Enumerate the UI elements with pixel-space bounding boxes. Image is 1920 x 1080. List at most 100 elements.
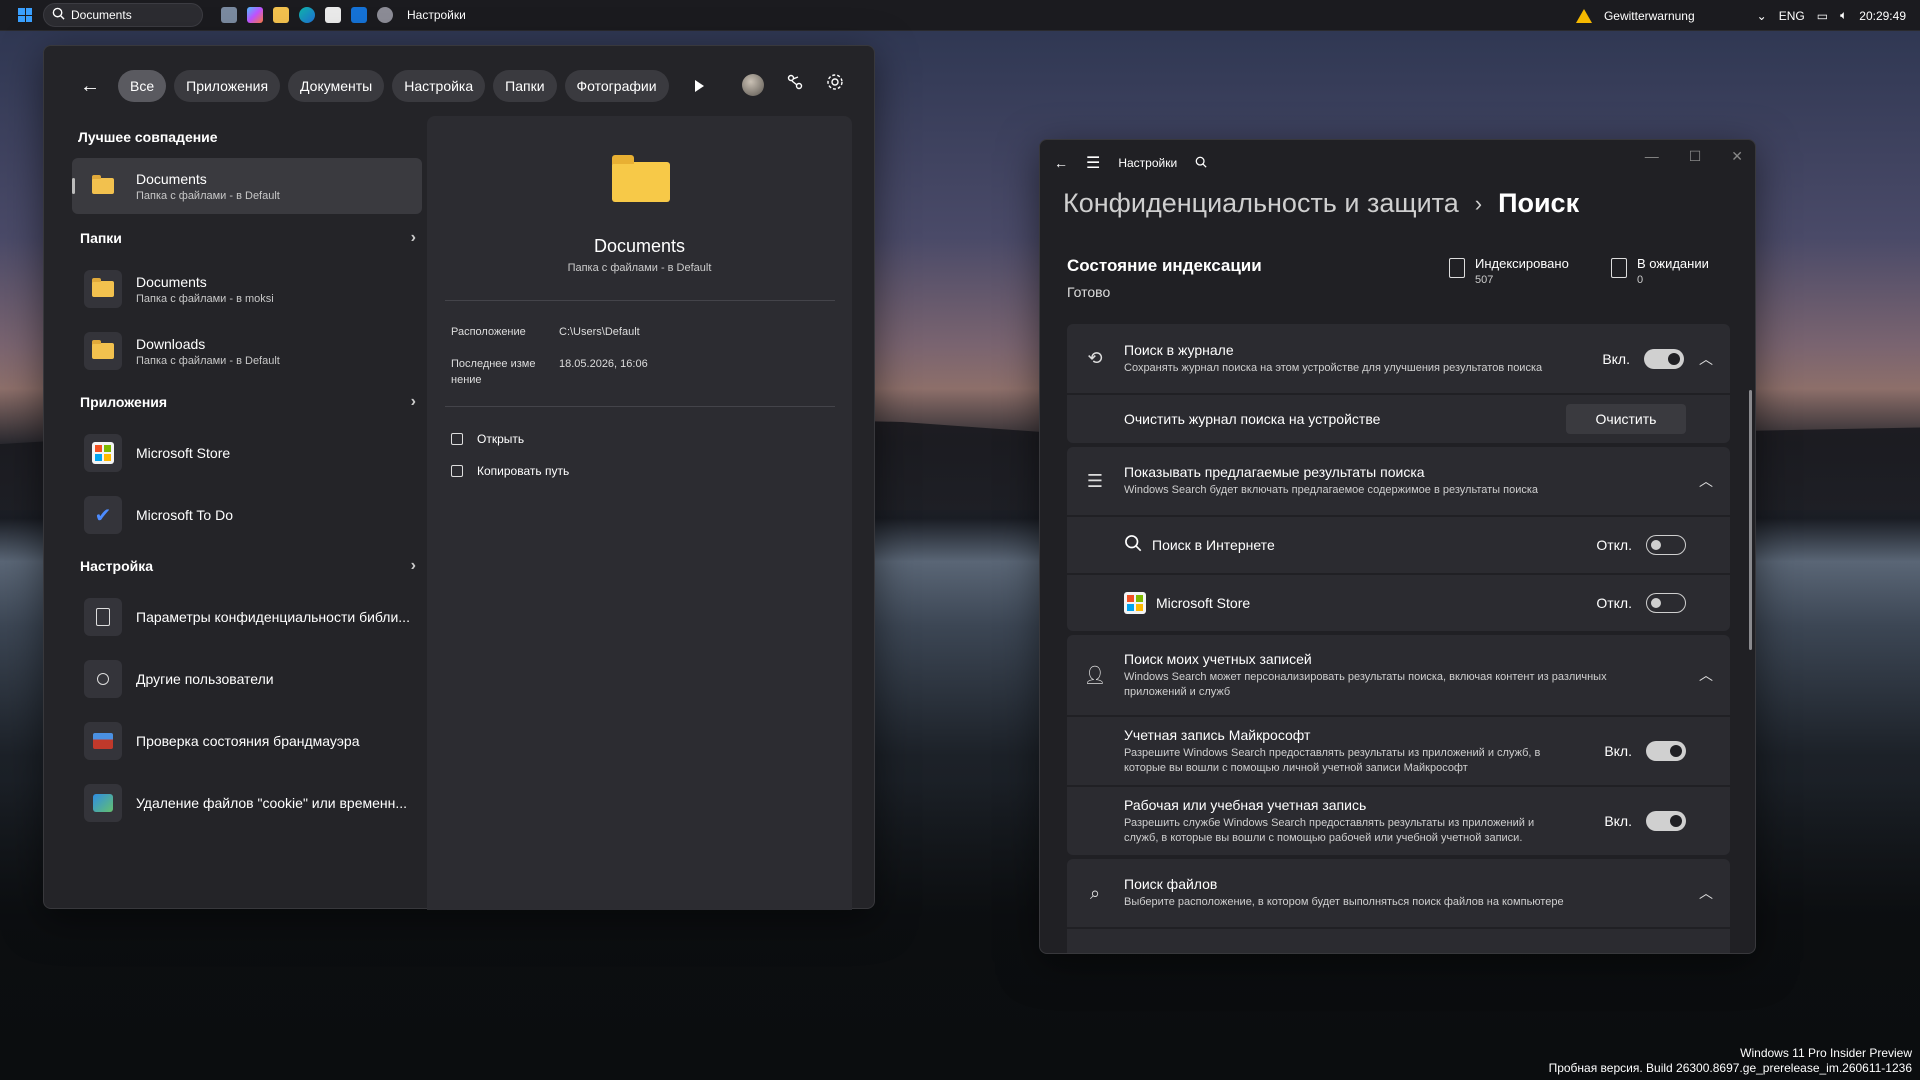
app-item-store[interactable]: Microsoft Store	[72, 422, 422, 484]
file-explorer-icon[interactable]	[273, 7, 289, 23]
accounts-title: Поиск моих учетных записей	[1124, 650, 1312, 667]
copilot-icon[interactable]	[247, 7, 263, 23]
folder-title: Documents	[136, 273, 207, 290]
document-icon	[84, 598, 122, 636]
microsoft-account-title: Учетная запись Майкрософт	[1124, 726, 1311, 743]
suggested-results-card[interactable]: ☰ Показывать предлагаемые результаты пои…	[1067, 447, 1730, 515]
work-account-toggle[interactable]	[1646, 811, 1686, 831]
weather-alert[interactable]: Gewitterwarnung	[1604, 9, 1695, 23]
chevron-up-icon[interactable]: ︿	[1698, 349, 1714, 369]
folders-section-header[interactable]: Папки ›	[72, 218, 422, 258]
start-button[interactable]	[18, 8, 32, 22]
more-filters-play-icon[interactable]	[694, 80, 704, 92]
user-icon	[84, 660, 122, 698]
setting-item-library-privacy[interactable]: Параметры конфиденциальности библи...	[72, 586, 422, 648]
pending-count: 0	[1637, 274, 1644, 286]
app-item-todo[interactable]: ✔ Microsoft To Do	[72, 484, 422, 546]
file-search-desc: Выберите расположение, в котором будет в…	[1124, 896, 1564, 908]
task-view-icon[interactable]	[221, 7, 237, 23]
chevron-right-icon[interactable]: ›	[411, 557, 416, 575]
setting-item-other-users[interactable]: Другие пользователи	[72, 648, 422, 710]
app-title: Microsoft Store	[136, 445, 231, 461]
chevron-up-icon[interactable]: ︿	[1698, 883, 1714, 903]
clear-history-button[interactable]: Очистить	[1566, 404, 1686, 434]
back-arrow-icon[interactable]: ←	[1054, 155, 1068, 171]
chevron-up-icon[interactable]: ⌄	[1757, 9, 1767, 23]
folder-item-documents[interactable]: Documents Папка с файлами - в moksi	[72, 258, 422, 320]
filter-apps[interactable]: Приложения	[174, 70, 281, 102]
clock[interactable]: 20:29:49	[1859, 9, 1906, 23]
chevron-right-icon[interactable]: ›	[411, 229, 416, 247]
copy-path-action[interactable]: Копировать путь	[451, 464, 569, 478]
file-search-card[interactable]: ⌕ Поиск файлов Выберите расположение, в …	[1067, 859, 1730, 927]
store-results-toggle[interactable]	[1646, 593, 1686, 613]
divider	[445, 300, 835, 301]
maximize-icon[interactable]: ☐	[1689, 148, 1702, 165]
open-action[interactable]: Открыть	[451, 432, 524, 446]
network-icon[interactable]: ▭	[1817, 9, 1828, 23]
history-toggle[interactable]	[1644, 348, 1684, 369]
taskbar-search-input[interactable]: Documents	[71, 8, 132, 22]
web-search-toggle[interactable]	[1646, 535, 1686, 555]
filter-all[interactable]: Все	[118, 70, 167, 102]
chevron-up-icon[interactable]: ︿	[1698, 471, 1714, 491]
weather-warning-icon[interactable]	[1575, 8, 1592, 23]
taskbar-settings-label[interactable]: Настройки	[407, 8, 466, 22]
volume-icon[interactable]: 🔈︎	[1840, 8, 1847, 23]
filter-documents[interactable]: Документы	[288, 70, 385, 102]
accounts-search-card[interactable]: 👤︎ Поиск моих учетных записей Windows Se…	[1067, 635, 1730, 715]
hamburger-menu-icon[interactable]: ☰	[1086, 153, 1100, 173]
apps-heading: Приложения	[80, 394, 168, 410]
search-panel: ← Все Приложения Документы Настройка Пап…	[43, 45, 875, 910]
store-icon	[84, 434, 122, 472]
setting-item-firewall[interactable]: Проверка состояния брандмауэра	[72, 710, 422, 772]
chevron-up-icon[interactable]: ︿	[1698, 665, 1714, 685]
filter-settings[interactable]: Настройка	[392, 70, 486, 102]
history-search-card[interactable]: ⟲ Поиск в журнале Сохранять журнал поиск…	[1067, 324, 1730, 393]
firewall-icon	[84, 722, 122, 760]
suggested-title: Показывать предлагаемые результаты поиск…	[1124, 464, 1425, 480]
settings-heading: Настройка	[80, 558, 154, 574]
apps-section-header[interactable]: Приложения ›	[72, 382, 422, 422]
preview-modified-row: Последнее изме нение 18.05.2026, 16:06	[451, 356, 648, 388]
internet-options-icon	[84, 784, 122, 822]
best-match-heading: Лучшее совпадение	[78, 129, 218, 145]
store-icon	[1124, 592, 1146, 614]
scrollbar[interactable]	[1749, 390, 1752, 650]
file-search-title: Поиск файлов	[1124, 876, 1218, 892]
work-account-row: Рабочая или учебная учетная запись Разре…	[1067, 787, 1730, 855]
gear-icon[interactable]	[826, 73, 844, 96]
filter-folders[interactable]: Папки	[493, 70, 557, 102]
folder-icon	[84, 270, 122, 308]
search-icon[interactable]	[1195, 156, 1207, 171]
language-indicator[interactable]: ENG	[1779, 9, 1805, 23]
web-search-row: Поиск в Интернете Откл.	[1067, 517, 1730, 573]
share-icon[interactable]	[786, 73, 804, 96]
file-search-option-row	[1067, 929, 1730, 953]
folder-title: Downloads	[136, 335, 206, 352]
indexed-label: Индексировано	[1475, 256, 1569, 271]
settings-section-header[interactable]: Настройка ›	[72, 546, 422, 586]
folder-item-downloads[interactable]: Downloads Папка с файлами - в Default	[72, 320, 422, 382]
taskbar-search-box[interactable]: Documents	[43, 3, 203, 27]
back-arrow-icon[interactable]: ←	[76, 72, 104, 100]
edge-icon[interactable]	[299, 7, 315, 23]
outlook-icon[interactable]	[351, 7, 367, 23]
store-results-state: Откл.	[1596, 595, 1632, 611]
close-icon[interactable]: ✕	[1731, 148, 1743, 165]
minimize-icon[interactable]: —	[1645, 148, 1659, 165]
chevron-right-icon[interactable]: ›	[411, 393, 416, 411]
breadcrumb-parent[interactable]: Конфиденциальность и защита	[1063, 188, 1459, 219]
filter-photos[interactable]: Фотографии	[564, 70, 669, 102]
preview-title: Documents	[593, 236, 686, 256]
best-match-item[interactable]: Documents Папка с файлами - в Default	[72, 158, 422, 214]
pending-document-icon	[1611, 258, 1627, 278]
store-icon[interactable]	[325, 7, 341, 23]
folder-subtitle: Папка с файлами - в moksi	[136, 292, 274, 305]
folder-subtitle: Папка с файлами - в Default	[136, 354, 280, 367]
setting-item-cookies[interactable]: Удаление файлов "cookie" или временн...	[72, 772, 422, 834]
settings-icon[interactable]	[377, 7, 393, 23]
avatar[interactable]	[742, 73, 764, 96]
microsoft-account-toggle[interactable]	[1646, 741, 1686, 761]
modified-label: Последнее изме	[451, 358, 536, 370]
